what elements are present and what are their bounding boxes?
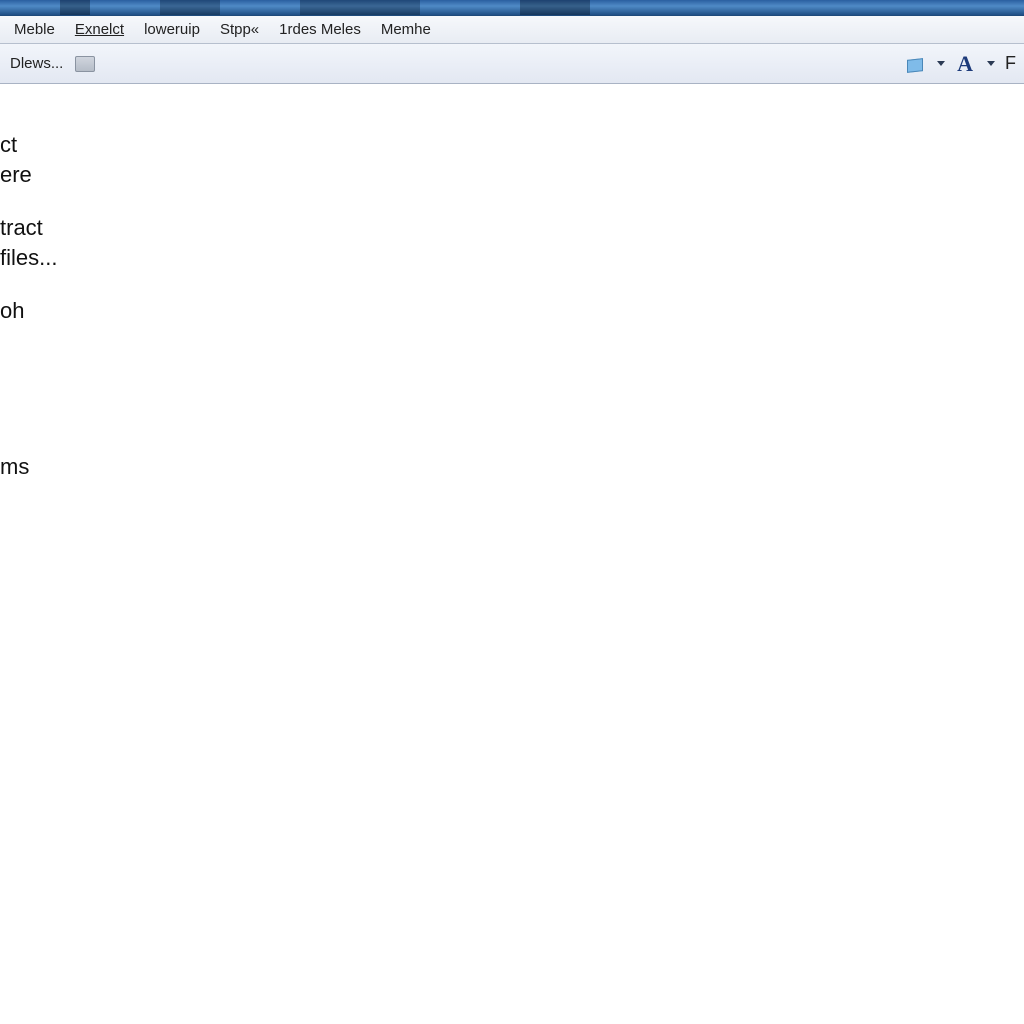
context-item[interactable]: files... <box>0 243 57 273</box>
chevron-down-icon[interactable] <box>987 61 995 66</box>
window-titlebar <box>0 0 1024 16</box>
package-icon[interactable] <box>905 56 925 72</box>
toolbar: Dlews... A F <box>0 44 1024 84</box>
menu-item-4[interactable]: 1rdes Meles <box>269 19 371 40</box>
context-item[interactable]: tract <box>0 213 57 243</box>
menu-item-3[interactable]: Stpp« <box>210 19 269 40</box>
menu-bar: Meble Exnelct loweruip Stpp« 1rdes Meles… <box>0 16 1024 44</box>
content-area: ct ere tract files... oh ms <box>0 84 1024 1024</box>
menu-item-1[interactable]: Exnelct <box>65 19 134 40</box>
menu-item-0[interactable]: Meble <box>4 19 65 40</box>
context-item[interactable]: ms <box>0 452 57 482</box>
views-icon[interactable] <box>75 56 95 72</box>
font-a-icon[interactable]: A <box>955 53 975 75</box>
cutoff-label: F <box>1005 53 1016 74</box>
chevron-down-icon[interactable] <box>937 61 945 66</box>
menu-item-2[interactable]: loweruip <box>134 19 210 40</box>
context-item[interactable]: ct <box>0 130 57 160</box>
context-item[interactable]: oh <box>0 296 57 326</box>
menu-item-5[interactable]: Memhe <box>371 19 441 40</box>
toolbar-views-label[interactable]: Dlews... <box>6 53 67 74</box>
context-menu-fragment: ct ere tract files... oh ms <box>0 130 57 482</box>
context-item[interactable]: ere <box>0 160 57 190</box>
